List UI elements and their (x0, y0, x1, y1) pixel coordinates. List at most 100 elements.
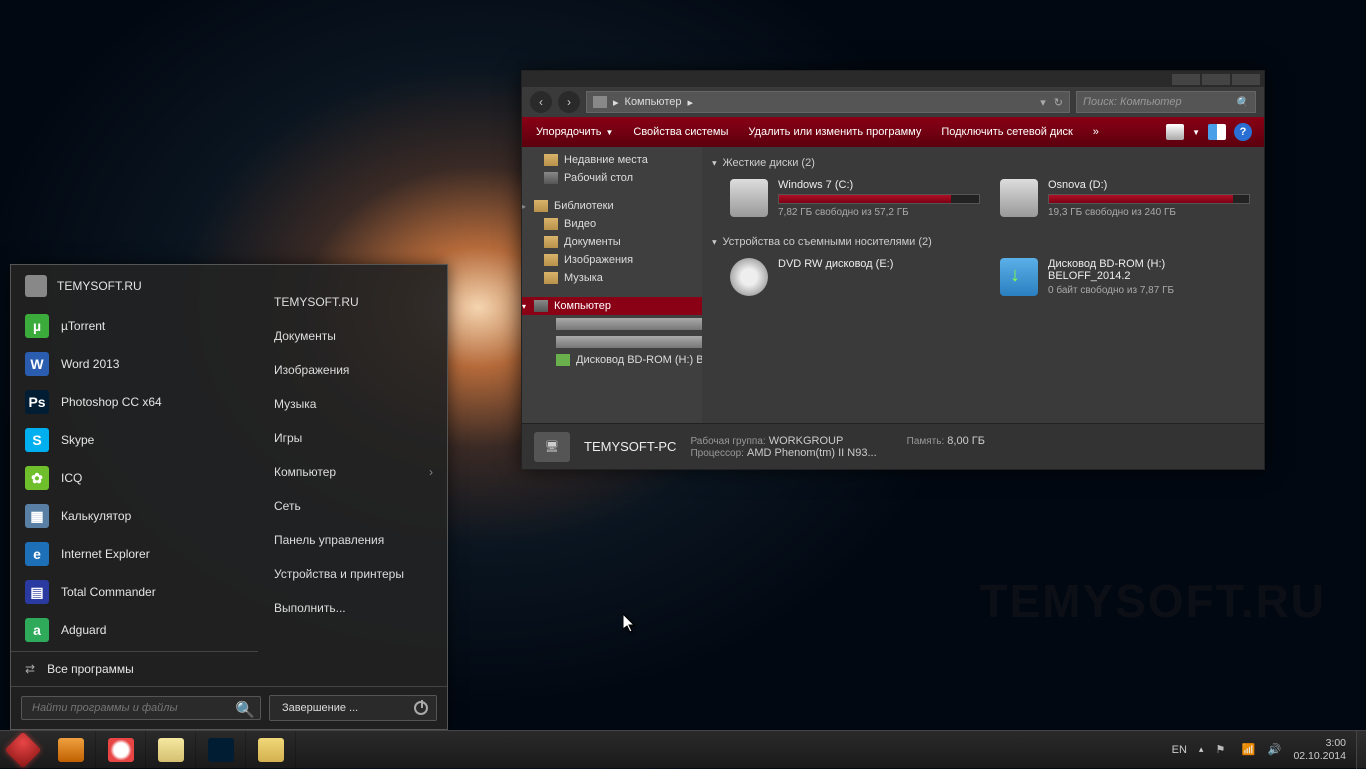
start-button[interactable] (0, 731, 46, 768)
tree-computer[interactable]: ▾Компьютер (522, 297, 702, 315)
taskbar-pin[interactable] (96, 731, 146, 768)
address-dropdown-icon[interactable]: ▾ (1040, 96, 1046, 109)
start-app-item[interactable]: a Adguard (11, 611, 258, 649)
start-right-item[interactable]: Компьютер (258, 455, 447, 489)
start-menu-right-column: TEMYSOFT.RUДокументыИзображенияМузыкаИгр… (258, 265, 447, 686)
search-icon: 🔍 (1235, 96, 1249, 109)
mouse-cursor (623, 614, 637, 634)
tree-pictures[interactable]: Изображения (522, 251, 702, 269)
taskbar-app-icon (108, 738, 134, 762)
system-properties-button[interactable]: Свойства системы (623, 117, 738, 147)
toolbar-overflow[interactable]: » (1083, 117, 1109, 147)
tree-video[interactable]: Видео (522, 215, 702, 233)
organize-button[interactable]: Упорядочить▼ (526, 117, 623, 147)
drive-c[interactable]: Windows 7 (C:) 7,82 ГБ свободно из 57,2 … (730, 179, 980, 218)
preview-pane-icon[interactable] (1208, 124, 1226, 140)
taskbar-clock[interactable]: 3:00 02.10.2014 (1293, 737, 1350, 762)
language-indicator[interactable]: EN (1172, 744, 1187, 756)
app-icon: a (25, 618, 49, 642)
tree-music[interactable]: Музыка (522, 269, 702, 287)
view-dropdown-icon[interactable]: ▼ (1192, 128, 1200, 137)
explorer-status-bar: 🖥 TEMYSOFT-PC Рабочая группа: WORKGROUP … (522, 423, 1264, 469)
start-right-item[interactable]: Устройства и принтеры (258, 557, 447, 591)
minimize-button[interactable] (1172, 74, 1200, 85)
map-network-drive-button[interactable]: Подключить сетевой диск (931, 117, 1082, 147)
maximize-button[interactable] (1202, 74, 1230, 85)
window-titlebar[interactable] (522, 71, 1264, 87)
tree-documents[interactable]: Документы (522, 233, 702, 251)
cpu-label: Процессор: (690, 448, 744, 459)
start-app-item[interactable]: ▦ Калькулятор (11, 497, 258, 535)
drive-bd[interactable]: Дисковод BD-ROM (H:) BELOFF_2014.2 0 бай… (1000, 258, 1250, 296)
taskbar-app-icon (158, 738, 184, 762)
navigation-tree: Недавние места Рабочий стол ▸Библиотеки … (522, 147, 702, 423)
drive-name: DVD RW дисковод (E:) (778, 258, 980, 270)
start-app-item[interactable]: ▤Total Commander (11, 573, 258, 611)
tray-chevron-icon[interactable]: ▴ (1199, 744, 1204, 755)
hdd-icon (1000, 179, 1038, 217)
arrows-icon: ⇄ (25, 662, 35, 676)
drive-name: Дисковод BD-ROM (H:) BELOFF_2014.2 (1048, 258, 1250, 282)
status-pc-name: TEMYSOFT-PC (584, 439, 676, 454)
app-icon: S (25, 428, 49, 452)
drive-dvd[interactable]: DVD RW дисковод (E:) (730, 258, 980, 296)
network-icon[interactable]: 📶 (1241, 743, 1255, 757)
start-app-item[interactable]: µµTorrent (11, 307, 258, 345)
view-options-icon[interactable] (1166, 124, 1184, 140)
refresh-icon[interactable]: ↻ (1054, 96, 1063, 109)
action-center-icon[interactable]: ⚑ (1215, 743, 1229, 757)
start-right-item[interactable]: Сеть (258, 489, 447, 523)
group-hard-drives[interactable]: Жесткие диски (2) (712, 153, 1254, 173)
shutdown-button[interactable]: Завершение ... (269, 695, 437, 721)
start-app-item[interactable]: ✿ICQ (11, 459, 258, 497)
app-icon: ▦ (25, 504, 49, 528)
app-label: Internet Explorer (61, 547, 150, 561)
app-label: Adguard (61, 623, 106, 637)
drive-d[interactable]: Osnova (D:) 19,3 ГБ свободно из 240 ГБ (1000, 179, 1250, 218)
start-right-item[interactable]: Панель управления (258, 523, 447, 557)
taskbar-pin[interactable] (46, 731, 96, 768)
breadcrumb[interactable]: Компьютер (625, 96, 682, 108)
group-removable[interactable]: Устройства со съемными носителями (2) (712, 232, 1254, 252)
tree-drive-d[interactable]: Osnova (D:) (522, 333, 702, 351)
tree-desktop[interactable]: Рабочий стол (522, 169, 702, 187)
taskbar-pin[interactable] (196, 731, 246, 768)
start-right-item[interactable]: Документы (258, 319, 447, 353)
start-right-item[interactable]: Изображения (258, 353, 447, 387)
system-tray: EN ▴ ⚑ 📶 🔊 3:00 02.10.2014 (1166, 737, 1356, 762)
drive-name: Windows 7 (C:) (778, 179, 980, 191)
taskbar-pin[interactable] (246, 731, 296, 768)
start-menu-user[interactable]: TEMYSOFT.RU (11, 265, 258, 307)
taskbar-pin[interactable] (146, 731, 196, 768)
start-search[interactable]: 🔍 (21, 696, 261, 720)
start-right-item[interactable]: Выполнить... (258, 591, 447, 625)
tree-drive-c[interactable]: Windows 7 (C:) (522, 315, 702, 333)
show-desktop-button[interactable] (1356, 731, 1366, 769)
all-programs-label: Все программы (47, 662, 134, 676)
explorer-search[interactable]: Поиск: Компьютер 🔍 (1076, 91, 1256, 113)
usage-bar (778, 194, 980, 204)
help-icon[interactable]: ? (1234, 123, 1252, 141)
uninstall-program-button[interactable]: Удалить или изменить программу (738, 117, 931, 147)
app-label: Word 2013 (61, 357, 119, 371)
start-app-item[interactable]: WWord 2013 (11, 345, 258, 383)
tree-recent-places[interactable]: Недавние места (522, 151, 702, 169)
start-app-item[interactable]: SSkype (11, 421, 258, 459)
all-programs-button[interactable]: ⇄ Все программы (11, 651, 258, 686)
tree-libraries[interactable]: ▸Библиотеки (522, 197, 702, 215)
breadcrumb-sep: ▸ (687, 96, 693, 109)
address-bar[interactable]: ▸ Компьютер ▸ ▾ ↻ (586, 91, 1070, 113)
start-right-item[interactable]: Игры (258, 421, 447, 455)
tree-drive-h[interactable]: Дисковод BD-ROM (H:) BE... (522, 351, 702, 369)
volume-icon[interactable]: 🔊 (1267, 743, 1281, 757)
start-right-item[interactable]: Музыка (258, 387, 447, 421)
start-app-item[interactable]: eInternet Explorer (11, 535, 258, 573)
start-search-input[interactable] (21, 696, 261, 720)
start-right-item[interactable]: TEMYSOFT.RU (258, 285, 447, 319)
start-app-item[interactable]: PsPhotoshop CC x64 (11, 383, 258, 421)
close-button[interactable] (1232, 74, 1260, 85)
nav-forward-button[interactable]: › (558, 91, 580, 113)
app-label: Калькулятор (61, 509, 131, 523)
nav-back-button[interactable]: ‹ (530, 91, 552, 113)
start-menu-left-column: TEMYSOFT.RU µµTorrentWWord 2013PsPhotosh… (11, 265, 258, 686)
